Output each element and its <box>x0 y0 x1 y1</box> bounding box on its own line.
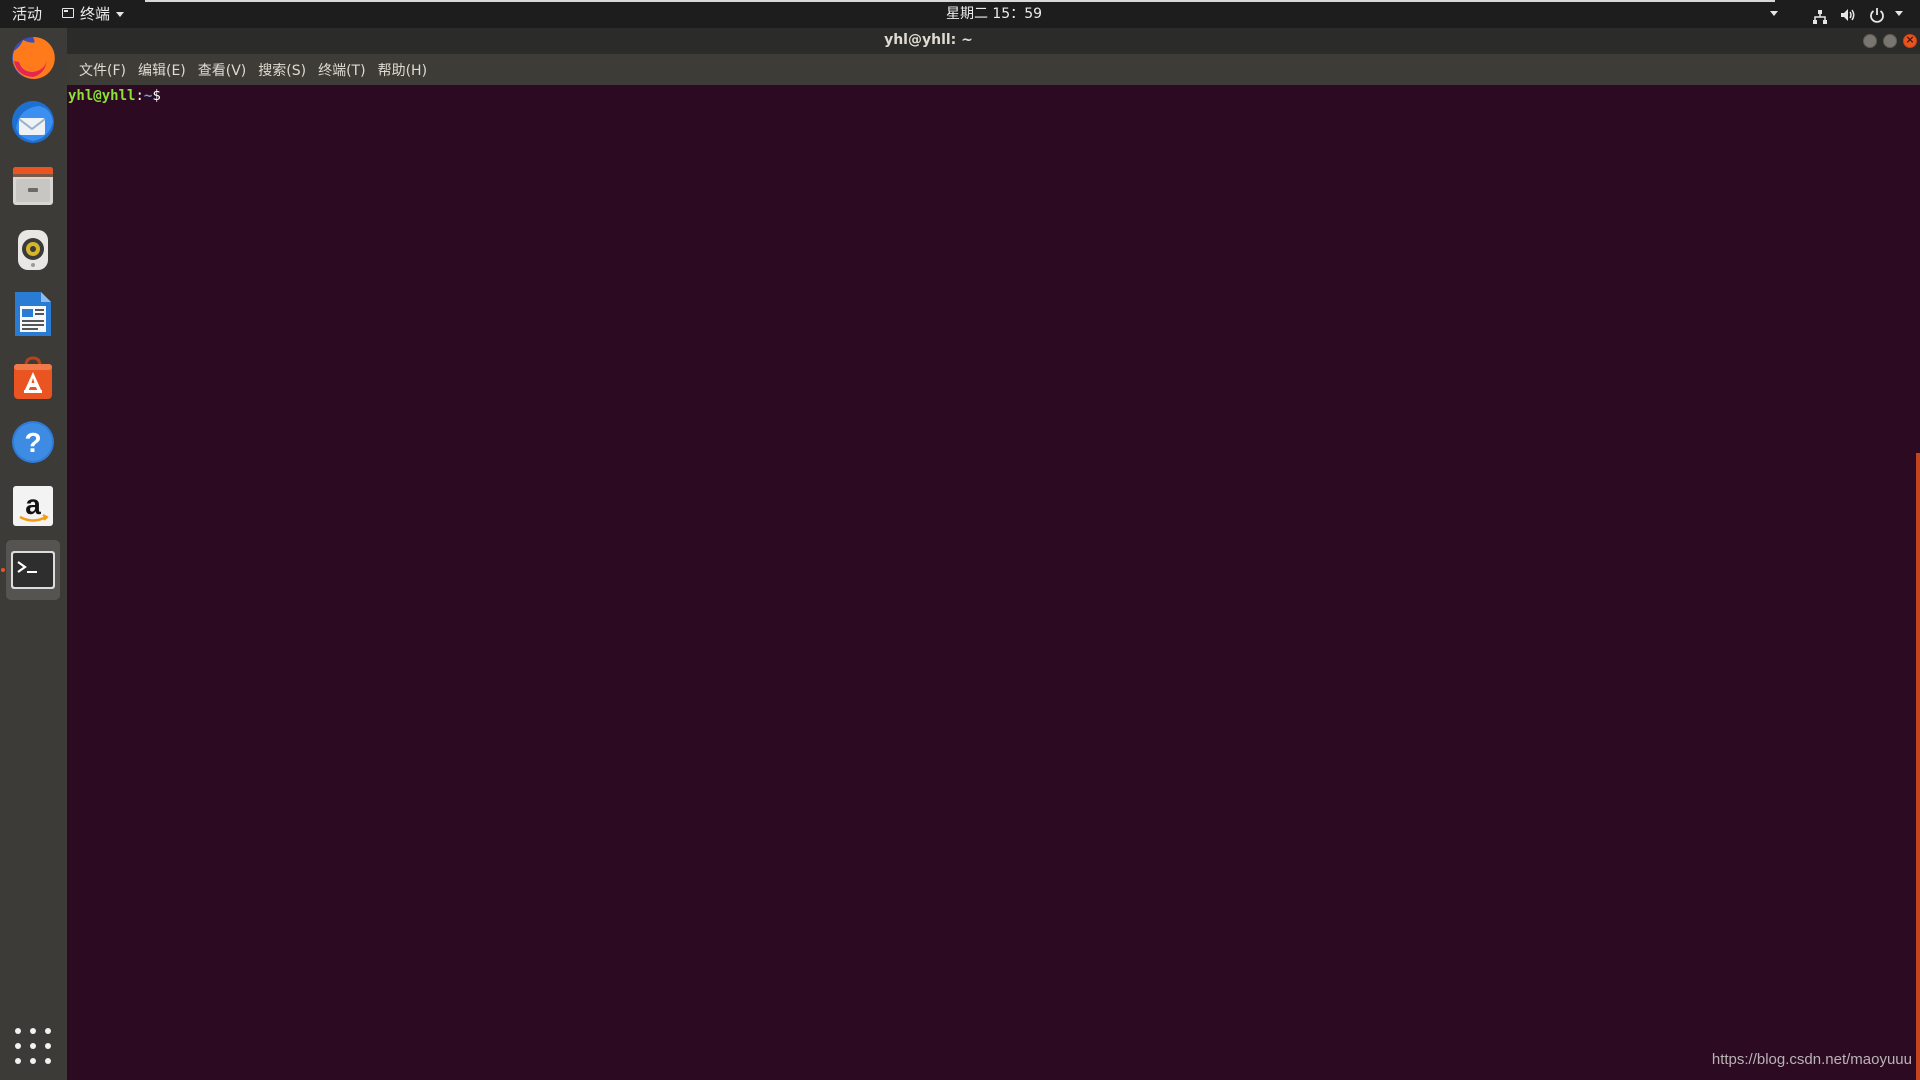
apps-grid-icon <box>15 1028 21 1034</box>
writer-document-icon <box>15 292 51 336</box>
active-indicator <box>1 568 5 572</box>
system-menu-chevron-down-icon[interactable] <box>1895 11 1903 16</box>
firefox-icon <box>12 36 55 79</box>
menu-search[interactable]: 搜索(S) <box>252 60 312 80</box>
window-title: yhl@yhll: ~ <box>884 32 973 48</box>
dock-item-thunderbird[interactable] <box>6 95 60 149</box>
dock-item-files[interactable] <box>6 159 60 213</box>
files-cabinet-icon <box>13 167 53 205</box>
amazon-icon: a <box>13 486 53 526</box>
dock-item-firefox[interactable] <box>6 31 60 85</box>
watermark-url: https://blog.csdn.net/maoyuuu <box>1711 1051 1912 1068</box>
prompt-sign: $ <box>152 88 161 104</box>
help-question-icon: ? <box>12 421 54 463</box>
menu-file[interactable]: 文件(F) <box>73 60 132 80</box>
show-applications-button[interactable] <box>15 1028 51 1064</box>
prompt-separator: : <box>135 88 144 104</box>
thunderbird-mail-icon <box>12 101 54 143</box>
software-bag-icon <box>14 356 52 399</box>
prompt-user: yhl@yhll <box>68 88 136 104</box>
terminal-icon <box>11 551 55 589</box>
dock-item-writer[interactable] <box>6 287 60 341</box>
dock-item-ubuntu-software[interactable] <box>6 351 60 405</box>
top-bar: 活动 终端 星期二 15：59 <box>0 0 1920 28</box>
power-icon[interactable] <box>1868 5 1886 23</box>
dock-item-help[interactable]: ? <box>6 415 60 469</box>
minimize-button[interactable] <box>1863 34 1877 48</box>
close-button[interactable] <box>1903 33 1917 48</box>
menu-edit[interactable]: 编辑(E) <box>132 60 192 80</box>
prompt-line: yhl@yhll:~$ <box>68 88 161 104</box>
dock-item-amazon[interactable]: a <box>6 479 60 533</box>
scrollbar[interactable] <box>1916 453 1920 1080</box>
menu-terminal[interactable]: 终端(T) <box>312 60 371 80</box>
svg-text:?: ? <box>24 427 41 458</box>
svg-text:a: a <box>25 489 41 520</box>
menu-view[interactable]: 查看(V) <box>192 60 253 80</box>
dock: ? a <box>0 28 67 1080</box>
volume-icon[interactable] <box>1839 5 1857 23</box>
window-titlebar[interactable]: yhl@yhll: ~ <box>67 28 1920 54</box>
maximize-button[interactable] <box>1883 34 1897 48</box>
network-icon[interactable] <box>1812 6 1828 24</box>
terminal-menubar: 文件(F) 编辑(E) 查看(V) 搜索(S) 终端(T) 帮助(H) <box>67 54 1920 85</box>
terminal-output[interactable]: yhl@yhll:~$ <box>67 85 1920 1080</box>
dock-item-terminal[interactable] <box>6 540 60 600</box>
rhythmbox-speaker-icon <box>18 230 48 270</box>
clock[interactable]: 星期二 15：59 <box>0 0 1920 28</box>
dock-item-rhythmbox[interactable] <box>6 223 60 277</box>
menu-help[interactable]: 帮助(H) <box>372 60 433 80</box>
tray-chevron-down-icon[interactable] <box>1770 11 1778 16</box>
